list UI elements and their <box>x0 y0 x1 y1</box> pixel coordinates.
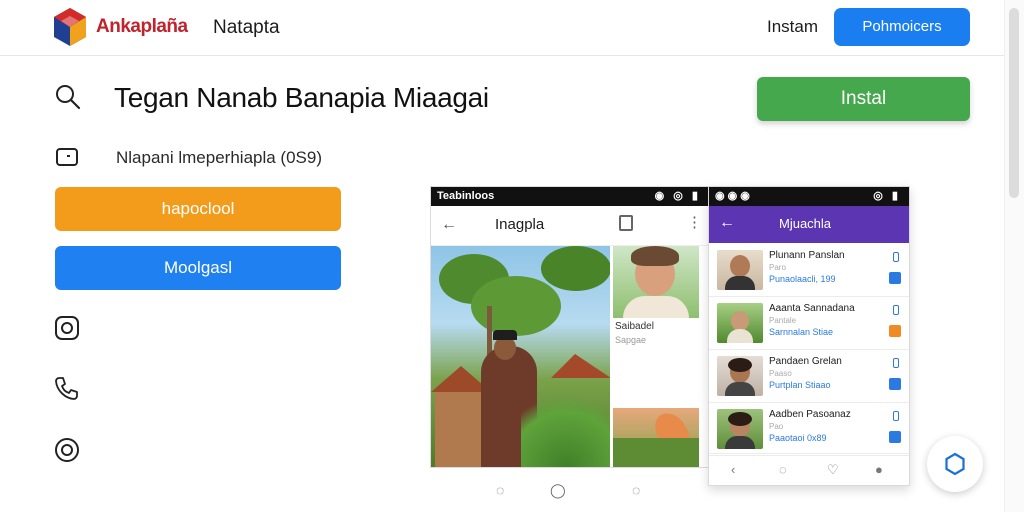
instagram-icon[interactable] <box>54 315 80 341</box>
list-app-bar: ← Mjuachla <box>709 206 909 243</box>
screenshot-list[interactable]: ◉ ◉ ◉ ◎ ▮ ← Mjuachla Plunann Panslan Par… <box>708 186 910 486</box>
app-subtitle: Nlapani lmeperhiapla (0S9) <box>116 148 323 167</box>
item-link[interactable]: Purtplan Stiaao <box>769 380 831 390</box>
avatar <box>717 356 763 396</box>
secondary-action-button[interactable]: Moolgasl <box>55 246 341 290</box>
brand-name[interactable]: Ankaplaña <box>96 16 188 38</box>
status-bar-2: ◉ ◉ ◉ ◎ ▮ <box>709 187 909 206</box>
list-nav-bar: ‹ ◌ ♡ ● <box>709 453 909 485</box>
item-meta: Paaso <box>769 369 792 378</box>
bookmark-icon[interactable] <box>893 252 899 262</box>
thumbnail-portrait[interactable] <box>613 246 699 318</box>
status-icons-right: ◎ ▮ <box>873 190 901 202</box>
page-title: Tegan Nanab Banapia Miaagai <box>114 82 489 113</box>
item-link[interactable]: Sarnnalan Stiae <box>769 327 833 337</box>
header-link[interactable]: Instam <box>767 17 818 37</box>
avatar <box>717 409 763 449</box>
main-photo[interactable] <box>431 246 610 467</box>
bookmark-icon[interactable] <box>893 305 899 315</box>
primary-action-button[interactable]: hapoclool <box>55 187 341 231</box>
nav-search-icon[interactable]: ◌ <box>779 462 787 477</box>
save-icon[interactable] <box>619 215 633 231</box>
page-scrollbar[interactable] <box>1004 0 1024 512</box>
back-arrow-icon[interactable]: ← <box>441 216 457 234</box>
list-title: Mjuachla <box>779 216 832 231</box>
back-arrow-icon[interactable]: ← <box>719 214 735 232</box>
list-item[interactable]: Pandaen Grelan Paaso Purtplan Stiaao <box>709 350 909 403</box>
thumbnail-subcaption: Sapgae <box>615 335 647 345</box>
item-name: Aadben Pasoanaz <box>769 409 851 420</box>
nav-recent-icon[interactable]: ◌ <box>632 482 640 498</box>
brand-logo-icon[interactable] <box>53 7 87 47</box>
gallery-app-bar: ← Inagpla ⋮ <box>431 206 709 246</box>
share-icon[interactable] <box>889 325 901 337</box>
screenshot-gallery[interactable]: Teabinloos ◉ ◎ ▮ ← Inagpla ⋮ Saibadel Sa… <box>430 186 710 468</box>
status-icons-left: ◉ ◉ ◉ <box>715 190 750 202</box>
item-name: Aaanta Sannadana <box>769 303 855 314</box>
floating-action-button[interactable] <box>927 436 983 492</box>
search-icon[interactable] <box>55 84 81 110</box>
thumbnail-caption: Saibadel <box>615 321 654 332</box>
bookmark-icon[interactable] <box>893 411 899 421</box>
list-item[interactable]: Aaanta Sannadana Pantale Sarnnalan Stiae <box>709 297 909 350</box>
header-cta-button[interactable]: Pohmoicers <box>834 8 970 46</box>
item-name: Plunann Panslan <box>769 250 845 261</box>
status-bar: Teabinloos ◉ ◎ ▮ <box>431 187 709 206</box>
location-icon[interactable] <box>54 437 80 463</box>
top-header: Ankaplaña Natapta Instam Pohmoicers <box>0 0 1004 56</box>
nav-profile-icon[interactable]: ● <box>875 462 883 477</box>
share-icon[interactable] <box>889 272 901 284</box>
item-meta: Paro <box>769 263 786 272</box>
scrollbar-thumb[interactable] <box>1009 8 1019 198</box>
hexagon-icon <box>945 452 965 476</box>
bookmark-icon[interactable] <box>893 358 899 368</box>
phone-icon[interactable] <box>54 375 80 401</box>
gallery-title: Inagpla <box>495 216 545 233</box>
avatar <box>717 250 763 290</box>
app-page: Ankaplaña Natapta Instam Pohmoicers Tega… <box>0 0 1024 512</box>
item-link[interactable]: Punaolaacli, 199 <box>769 274 836 284</box>
list-item[interactable]: Aadben Pasoanaz Pao Paaotaoi 0x89 <box>709 403 909 456</box>
install-button[interactable]: Instal <box>757 77 970 121</box>
nav-back-icon[interactable]: ‹ <box>731 462 735 477</box>
status-bar-label: Teabinloos <box>437 190 495 202</box>
more-dots-icon[interactable]: ⋮ <box>687 213 702 231</box>
list-item[interactable]: Plunann Panslan Paro Punaolaacli, 199 <box>709 244 909 297</box>
avatar <box>717 303 763 343</box>
share-icon[interactable] <box>889 378 901 390</box>
nav-back-icon[interactable]: ◌ <box>496 482 504 498</box>
nav-favorite-icon[interactable]: ♡ <box>827 462 839 478</box>
tag-icon <box>56 148 78 166</box>
nav-home-icon[interactable]: ◯ <box>550 482 566 499</box>
brand-subtitle: Natapta <box>213 17 280 38</box>
item-name: Pandaen Grelan <box>769 356 842 367</box>
item-meta: Pao <box>769 422 784 431</box>
thumbnail-hands[interactable] <box>613 408 699 467</box>
status-icons: ◉ ◎ ▮ <box>654 190 701 202</box>
share-icon[interactable] <box>889 431 901 443</box>
item-link[interactable]: Paaotaoi 0x89 <box>769 433 827 443</box>
item-meta: Pantale <box>769 316 797 325</box>
